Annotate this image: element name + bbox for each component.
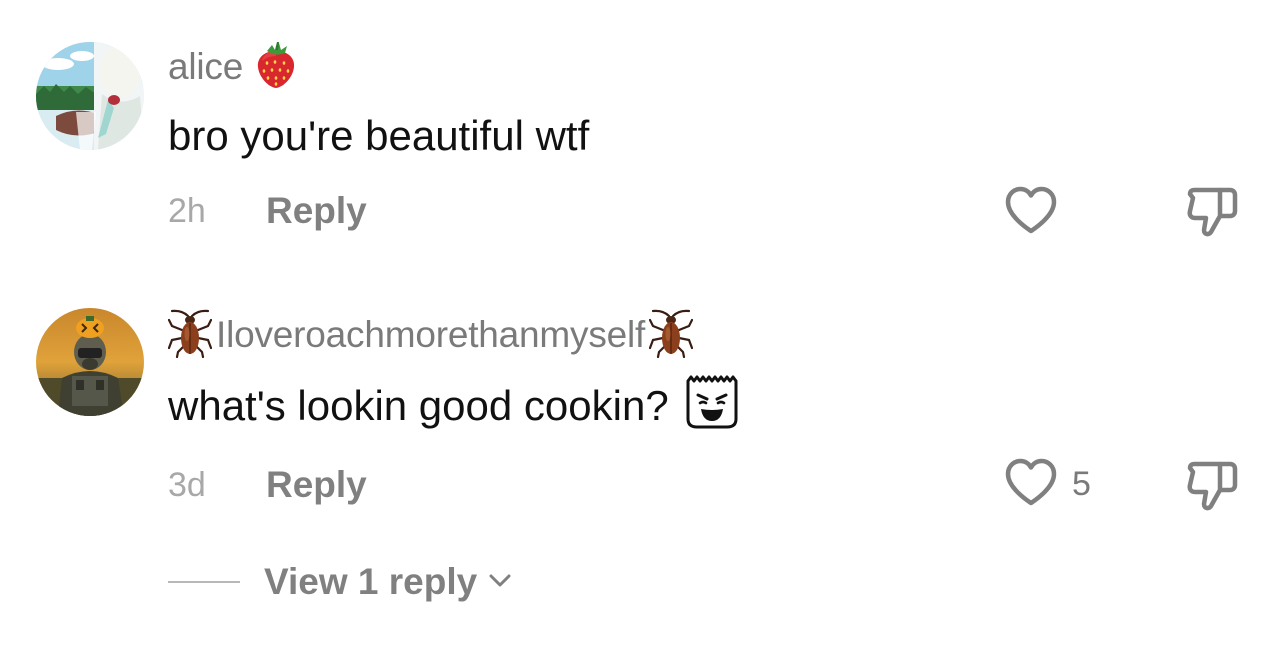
divider-line [168, 581, 240, 583]
username-row: alice [168, 41, 297, 94]
comment-body: what's lookin good cookin? [168, 382, 669, 429]
cockroach-icon [649, 308, 694, 363]
username-row: Iloveroachmorethanmyself [167, 308, 694, 363]
chevron-down-icon [477, 565, 515, 600]
dislike-button[interactable] [1184, 458, 1240, 514]
thumbs-down-icon [1184, 461, 1240, 518]
comment-text: bro you're beautiful wtf [168, 108, 589, 164]
like-count: 5 [1072, 464, 1091, 503]
timestamp: 3d [168, 465, 206, 504]
strawberry-icon [255, 41, 297, 94]
comment-text: what's lookin good cookin? [168, 375, 741, 434]
avatar[interactable] [36, 308, 144, 416]
like-button[interactable]: 5 [1004, 458, 1091, 510]
dislike-button[interactable] [1184, 184, 1240, 240]
username[interactable]: alice [168, 46, 243, 88]
thumbs-down-icon [1184, 187, 1240, 244]
comment-meta: 3d Reply [168, 460, 367, 510]
avatar[interactable] [36, 42, 144, 150]
like-button[interactable] [1004, 186, 1072, 238]
smirking-bag-face-icon [683, 371, 741, 441]
heart-icon [1004, 185, 1058, 240]
view-replies-label: View 1 reply [264, 561, 478, 602]
comment-item: alice bro you're beautiful wtf 2h Reply [0, 0, 1284, 270]
comment-item: Iloveroachmorethanmyself what's lookin g… [0, 270, 1284, 511]
view-replies-button[interactable]: View 1 reply [168, 555, 515, 609]
reply-button[interactable]: Reply [266, 190, 367, 232]
heart-icon [1004, 457, 1058, 512]
timestamp: 2h [168, 191, 206, 230]
reply-button[interactable]: Reply [266, 464, 367, 506]
cockroach-icon [167, 308, 213, 363]
comment-meta: 2h Reply [168, 186, 367, 236]
comment-body: bro you're beautiful wtf [168, 112, 590, 159]
username[interactable]: Iloveroachmorethanmyself [216, 314, 645, 356]
